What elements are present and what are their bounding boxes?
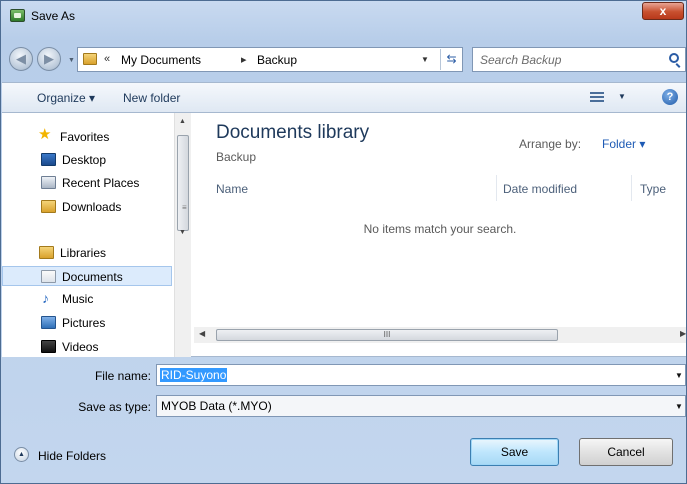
videos-icon [41,340,56,353]
music-icon: ♪ [42,290,49,306]
folder-icon [83,53,97,65]
file-name-dropdown-icon[interactable]: ▼ [675,371,683,380]
scroll-grip: III [383,330,391,339]
window-title: Save As [31,9,76,23]
documents-icon [41,270,56,283]
save-as-type-value: MYOB Data (*.MYO) [161,399,272,413]
app-icon [10,9,25,22]
navigation-pane: ★ Favorites Desktop Recent Places Downlo… [2,113,191,357]
nav-item-label: Recent Places [62,176,140,190]
column-divider[interactable] [631,175,632,201]
nav-vertical-scrollbar[interactable]: ▲ ≡ ▼ [174,113,191,357]
save-as-dialog: Save As x ◀ ▶ ▼ « My Documents ▸ Backup … [0,0,687,484]
pictures-icon [41,316,56,329]
scroll-down-icon[interactable]: ▼ [179,229,186,236]
column-header-type[interactable]: Type [640,182,666,196]
address-bar[interactable]: « My Documents ▸ Backup ▼ ⇆ [77,47,463,72]
cancel-button[interactable]: Cancel [579,438,673,466]
breadcrumb-separator-icon[interactable]: ▸ [241,53,247,66]
close-button[interactable]: x [642,2,684,20]
title-bar[interactable]: Save As x [1,1,686,31]
search-box [472,47,686,72]
nav-item-favorites[interactable]: ★ Favorites [2,127,172,147]
address-row: ◀ ▶ ▼ « My Documents ▸ Backup ▼ ⇆ [1,43,686,73]
column-header-name[interactable]: Name [216,182,248,196]
save-as-type-select[interactable]: MYOB Data (*.MYO) ▼ [156,395,686,417]
back-arrow-icon: ◀ [16,51,26,66]
forward-button[interactable]: ▶ [37,47,61,71]
column-header-date-modified[interactable]: Date modified [503,182,577,196]
address-dropdown-icon[interactable]: ▼ [421,55,429,64]
new-folder-button[interactable]: New folder [123,91,180,105]
recent-places-icon [41,176,56,189]
file-name-field[interactable]: RID-Suyono ▼ [156,364,686,386]
file-name-label: File name: [94,369,151,383]
downloads-icon [41,200,56,213]
nav-item-label: Videos [62,340,99,354]
nav-item-libraries[interactable]: Libraries [2,243,172,263]
save-as-type-label: Save as type: [78,400,151,414]
refresh-button[interactable]: ⇆ [440,49,462,70]
nav-item-label: Libraries [60,246,107,260]
nav-item-label: Downloads [62,200,122,214]
nav-item-label: Music [62,292,94,306]
nav-item-label: Desktop [62,153,107,167]
libraries-icon [39,246,54,259]
change-view-icon[interactable] [590,92,604,103]
scroll-left-icon[interactable]: ◀ [199,329,205,338]
breadcrumb-backup[interactable]: Backup [257,53,297,67]
scroll-thumb[interactable]: ≡ [177,135,189,231]
nav-item-label: Documents [62,270,123,284]
hide-folders-button[interactable]: Hide Folders [38,449,106,463]
save-as-type-dropdown-icon[interactable]: ▼ [675,402,683,411]
nav-item-documents[interactable]: Documents [2,266,172,286]
star-icon: ★ [38,126,52,143]
nav-item-desktop[interactable]: Desktop [2,150,172,170]
scroll-grip-icon: ≡ [182,203,187,212]
save-button[interactable]: Save [470,438,559,466]
horizontal-scrollbar[interactable]: ◀ III ▶ [194,327,686,343]
forward-arrow-icon: ▶ [44,51,54,66]
back-button[interactable]: ◀ [9,47,33,71]
organize-button[interactable]: Organize ▾ [37,91,95,105]
help-icon[interactable]: ? [662,89,678,105]
arrange-by-dropdown[interactable]: Folder ▾ [602,137,645,151]
horizontal-scroll-thumb[interactable]: III [216,329,558,341]
breadcrumb-my-documents[interactable]: My Documents [121,53,201,67]
desktop-icon [41,153,56,166]
nav-item-label: Favorites [60,130,110,144]
library-title: Documents library [216,122,370,143]
column-divider[interactable] [496,175,497,201]
file-name-value: RID-Suyono [160,368,228,382]
hide-folders-chevron-icon[interactable]: ▲ [14,447,29,462]
nav-item-downloads[interactable]: Downloads [2,197,172,217]
nav-item-videos[interactable]: Videos [2,337,172,357]
nav-item-label: Pictures [62,316,106,330]
main-pane: ★ Favorites Desktop Recent Places Downlo… [2,113,686,357]
file-list-pane: Documents library Backup Arrange by: Fol… [194,113,686,357]
nav-item-pictures[interactable]: Pictures [2,313,172,333]
nav-item-music[interactable]: ♪ Music [2,289,172,309]
arrange-by-label: Arrange by: [519,137,582,151]
refresh-icon: ⇆ [446,52,457,66]
recent-pages-dropdown-icon[interactable]: ▼ [68,57,75,64]
library-subtitle: Backup [216,150,257,164]
empty-results-message: No items match your search. [363,222,517,236]
scroll-up-icon[interactable]: ▲ [179,118,186,125]
breadcrumb-overflow-icon[interactable]: « [104,53,110,65]
scroll-right-icon[interactable]: ▶ [680,329,686,338]
nav-item-recent-places[interactable]: Recent Places [2,173,172,193]
command-toolbar: Organize ▾ New folder ▼ ? [2,82,686,113]
search-icon[interactable] [669,53,679,63]
view-options-dropdown-icon[interactable]: ▼ [618,92,626,101]
search-input[interactable] [474,49,664,70]
